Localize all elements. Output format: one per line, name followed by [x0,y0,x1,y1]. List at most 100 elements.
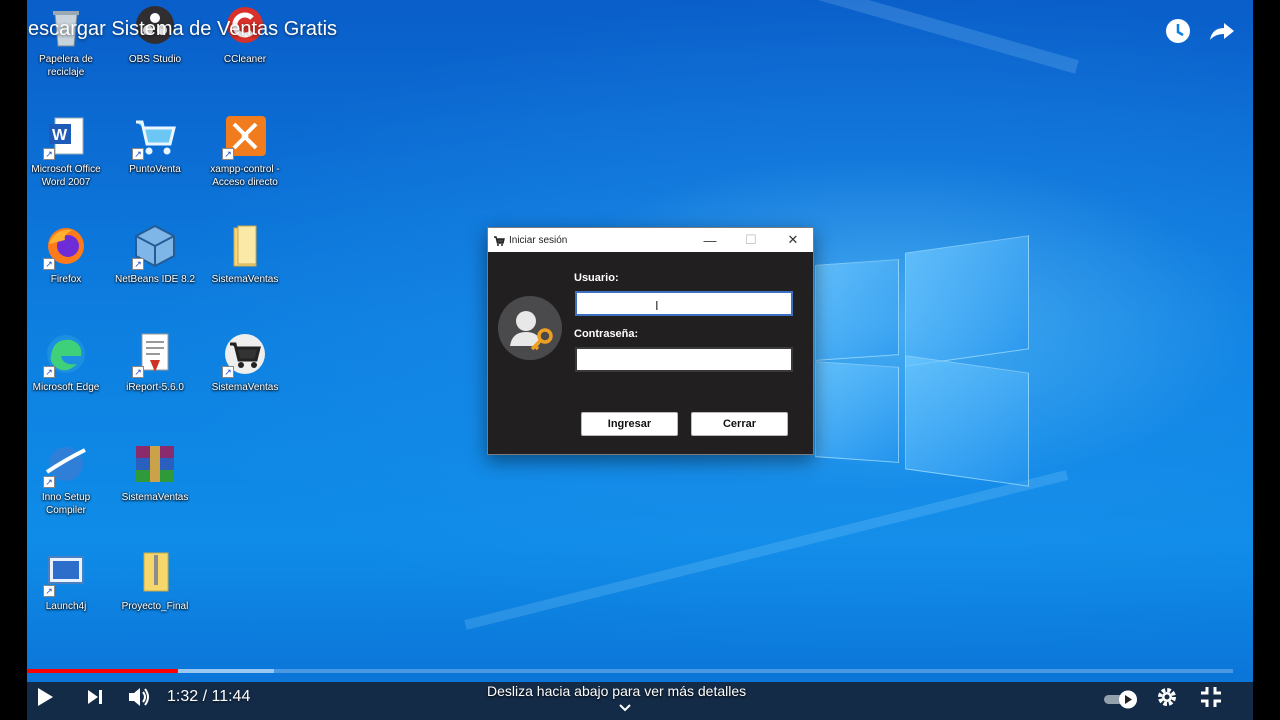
windows-desktop: Papelera de reciclaje OBS Studio CCleane… [27,0,1253,720]
cart-circle-icon: ↗ [222,332,268,378]
play-button[interactable] [30,684,60,714]
current-time: 1:32 [167,688,199,705]
desktop-icon-label: CCleaner [223,54,267,65]
desktop-icon-inno-setup[interactable]: ↗ Inno Setup Compiler [27,442,108,517]
ireport-icon: ↗ [132,332,178,378]
video-player: Papelera de reciclaje OBS Studio CCleane… [0,0,1280,720]
desktop-icon-firefox[interactable]: ↗ Firefox [27,224,108,286]
settings-button[interactable] [1152,684,1182,714]
desktop-icon-ireport[interactable]: ↗ iReport-5.6.0 [113,332,197,394]
shortcut-arrow-icon: ↗ [222,366,234,378]
desktop-icon-recycle-bin[interactable]: Papelera de reciclaje [27,4,108,79]
shortcut-arrow-icon: ↗ [43,476,55,488]
windows-logo-pane [815,259,899,361]
desktop-icon-sistemaventas-app[interactable]: ↗ SistemaVentas [203,332,287,394]
next-icon [85,687,105,712]
share-icon [1205,23,1239,52]
winrar-icon [132,442,178,488]
shortcut-arrow-icon: ↗ [132,148,144,160]
volume-icon [127,686,151,713]
scroll-hint: Desliza hacia abajo para ver más detalle… [487,683,747,699]
password-field[interactable] [575,347,793,372]
desktop-icon-label: SistemaVentas [211,382,279,393]
shortcut-arrow-icon: ↗ [132,258,144,270]
light-beam [464,470,1069,630]
desktop-icon-label: NetBeans IDE 8.2 [114,274,196,285]
netbeans-icon: ↗ [132,224,178,270]
desktop-icon-label: PuntoVenta [129,164,181,175]
desktop-icon-label: Launch4j [45,601,87,612]
play-icon [35,686,55,713]
next-button[interactable] [80,684,110,714]
shortcut-arrow-icon: ↗ [43,585,55,597]
desktop-icon-label: iReport-5.6.0 [126,382,184,393]
launch4j-icon: ↗ [43,551,89,597]
desktop-icon-edge[interactable]: ↗ Microsoft Edge [27,332,108,394]
desktop-icon-proyecto-final[interactable]: Proyecto_Final [113,551,197,613]
maximize-button[interactable]: ☐ [731,228,771,252]
desktop-icon-puntoventa[interactable]: ↗ PuntoVenta [113,114,197,176]
cart-icon: ↗ [132,114,178,160]
shortcut-arrow-icon: ↗ [43,366,55,378]
xampp-icon: ↗ [222,114,268,160]
windows-logo-pane [815,361,899,463]
chevron-down-icon[interactable] [618,701,632,713]
folder-zip-icon [132,551,178,597]
dialog-titlebar[interactable]: Iniciar sesión — ☐ ✕ [488,228,813,252]
cart-icon [493,234,505,246]
edge-icon: ↗ [43,332,89,378]
shortcut-arrow-icon: ↗ [132,366,144,378]
light-beam [382,0,1079,74]
desktop-icon-label: xampp-control - Acceso directo [210,164,280,188]
word-icon: W ↗ [43,114,89,160]
desktop-icon-label: Papelera de reciclaje [39,54,93,78]
time-separator: / [198,688,212,705]
desktop-icon-xampp[interactable]: ↗ xampp-control - Acceso directo [203,114,287,189]
close-button[interactable]: Cerrar [691,412,788,436]
user-avatar-icon [498,296,562,360]
text-cursor-icon: Ι [655,298,659,313]
desktop-icon-label: Microsoft Edge [32,382,100,393]
password-label: Contraseña: [574,328,639,340]
time-display: 1:32 / 11:44 [167,688,250,706]
close-window-button[interactable]: ✕ [773,228,813,252]
exit-fullscreen-icon [1199,685,1223,714]
desktop-icon-sistemaventas-folder[interactable]: SistemaVentas [203,224,287,286]
desktop-icon-label: SistemaVentas [121,492,189,503]
watch-later-button[interactable] [1161,14,1195,48]
username-label: Usuario: [574,272,619,284]
duration: 11:44 [211,688,251,705]
username-field[interactable] [575,291,793,316]
firefox-icon: ↗ [43,224,89,270]
video-title: escargar Sistema de Ventas Gratis [28,18,338,40]
shortcut-arrow-icon: ↗ [43,148,55,160]
shortcut-arrow-icon: ↗ [222,148,234,160]
desktop-icon-sistemaventas-rar[interactable]: SistemaVentas [113,442,197,504]
clock-icon [1161,19,1195,52]
minimize-button[interactable]: — [690,228,730,252]
desktop-icon-label: Microsoft Office Word 2007 [31,164,101,188]
desktop-icon-label: Firefox [50,274,82,285]
shortcut-arrow-icon: ↗ [43,258,55,270]
share-button[interactable] [1205,14,1239,48]
desktop-icon-netbeans[interactable]: ↗ NetBeans IDE 8.2 [113,224,197,286]
login-button[interactable]: Ingresar [581,412,678,436]
windows-logo-pane [905,235,1029,367]
svg-text:W: W [52,127,68,144]
dialog-title: Iniciar sesión [509,234,568,246]
settings-icon [1155,685,1179,714]
desktop-icon-label: SistemaVentas [211,274,279,285]
played-bar [27,669,178,673]
volume-button[interactable] [124,684,154,714]
desktop-icon-label: Inno Setup Compiler [41,492,91,516]
exit-fullscreen-button[interactable] [1196,684,1226,714]
folder-icon [222,224,268,270]
inno-setup-icon: ↗ [43,442,89,488]
login-dialog: Iniciar sesión — ☐ ✕ Usuario: Ι Contrase… [487,227,814,455]
desktop-icon-label: Proyecto_Final [121,601,189,612]
windows-logo-pane [905,355,1029,487]
progress-bar[interactable] [27,669,1233,673]
desktop-icon-launch4j[interactable]: ↗ Launch4j [27,551,108,613]
autoplay-toggle[interactable] [1102,684,1142,714]
desktop-icon-word[interactable]: W ↗ Microsoft Office Word 2007 [27,114,108,189]
